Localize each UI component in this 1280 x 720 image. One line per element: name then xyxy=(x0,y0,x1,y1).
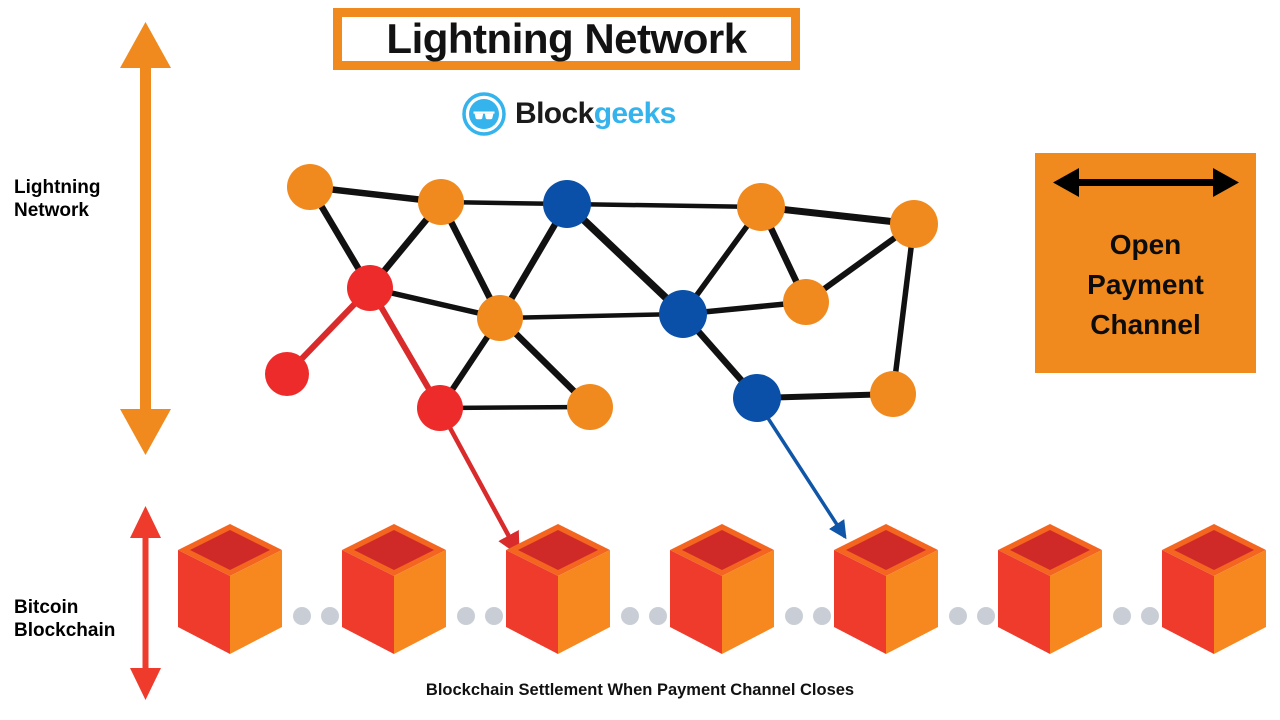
edge-n7-n8 xyxy=(499,311,684,321)
node-orange-1[interactable] xyxy=(287,164,333,210)
node-blue-exit[interactable] xyxy=(733,374,781,422)
settlement-arrow-red-icon xyxy=(441,413,520,557)
blockchain-block[interactable] xyxy=(342,524,446,654)
logo-word-geeks: geeks xyxy=(593,97,677,130)
edge-n5-n14 xyxy=(890,223,917,395)
node-orange-5[interactable] xyxy=(477,295,523,341)
double-headed-horizontal-arrow-icon xyxy=(1053,168,1239,197)
label-lightning-network: Lightning Network xyxy=(14,177,101,222)
settlement-arrows xyxy=(441,411,847,557)
diagram-canvas: Lightning Network Blockgeeks Lightning N… xyxy=(0,0,1280,720)
node-orange-7[interactable] xyxy=(567,384,613,430)
logo-word-block: Block xyxy=(515,97,594,130)
blockgeeks-smiley-circle-icon xyxy=(462,92,506,136)
node-blue-2[interactable] xyxy=(659,290,707,338)
legend-label: Open Payment Channel xyxy=(1087,229,1204,340)
blockchain-block[interactable] xyxy=(178,524,282,654)
node-red-exit[interactable] xyxy=(417,385,463,431)
settlement-arrow-blue-icon xyxy=(762,411,847,540)
logo-wordmark: Blockgeeks xyxy=(515,97,676,131)
settlement-caption: Blockchain Settlement When Payment Chann… xyxy=(425,681,855,699)
label-bitcoin-blockchain: Bitcoin Blockchain xyxy=(14,597,116,642)
blockchain-block[interactable] xyxy=(506,524,610,654)
blockchain-blocks xyxy=(178,524,1266,654)
blockchain-block[interactable] xyxy=(998,524,1102,654)
node-orange-2[interactable] xyxy=(418,179,464,225)
page-title: Lightning Network xyxy=(386,15,747,62)
node-red-leaf[interactable] xyxy=(265,352,309,396)
blockchain-block[interactable] xyxy=(834,524,938,654)
title-banner: Lightning Network xyxy=(333,8,800,70)
node-orange-3[interactable] xyxy=(737,183,785,231)
lightning-network-scale-arrow xyxy=(120,22,171,455)
edge-n3-n4 xyxy=(566,201,762,210)
blockchain-block[interactable] xyxy=(1162,524,1266,654)
blockchain-block[interactable] xyxy=(670,524,774,654)
node-orange-4[interactable] xyxy=(890,200,938,248)
node-blue-1[interactable] xyxy=(543,180,591,228)
node-red-hub[interactable] xyxy=(347,265,393,311)
open-payment-channel-legend: Open Payment Channel xyxy=(1035,153,1256,373)
blockchain-scale-arrow xyxy=(130,506,161,700)
node-orange-8[interactable] xyxy=(870,371,916,417)
blockgeeks-logo: Blockgeeks xyxy=(462,90,676,138)
node-orange-6[interactable] xyxy=(783,279,829,325)
